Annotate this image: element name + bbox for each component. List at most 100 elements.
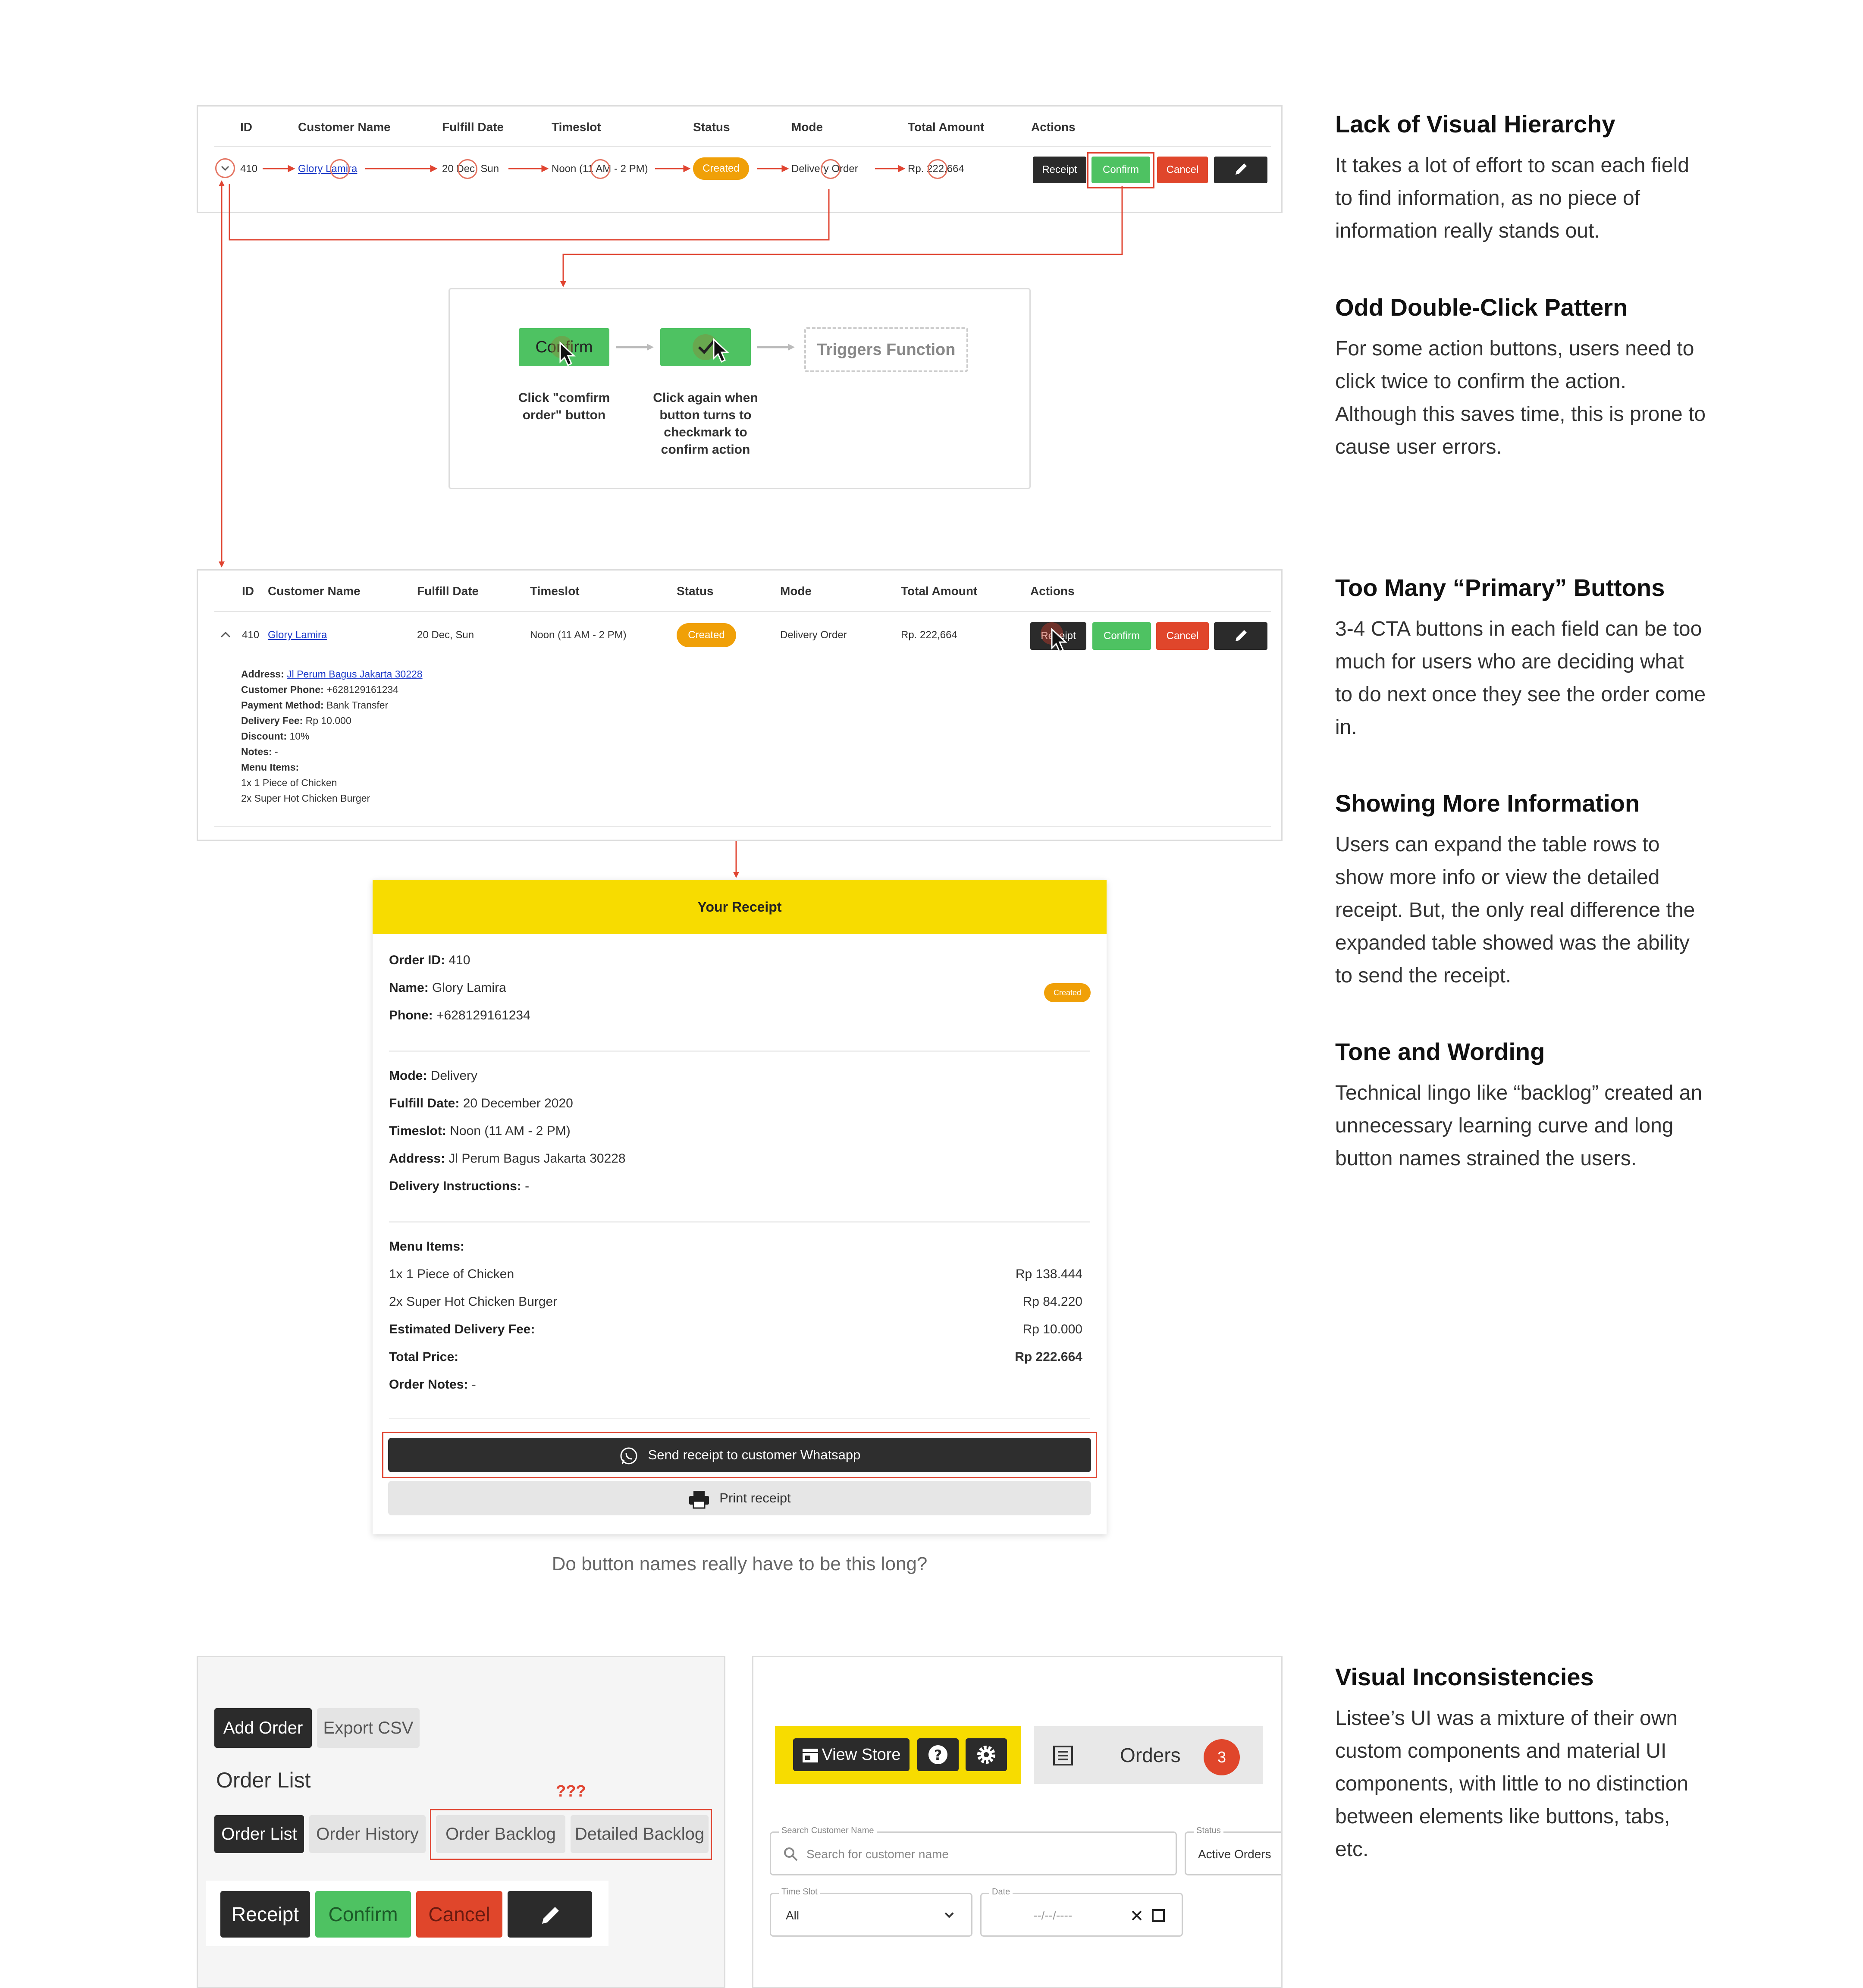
address-link[interactable]: Jl Perum Bagus Jakarta 30228 xyxy=(287,668,423,680)
field-label: Fulfill Date: xyxy=(389,1096,460,1110)
detail-value: +628129161234 xyxy=(326,684,399,695)
receipt-button[interactable]: Receipt xyxy=(220,1891,310,1938)
store-toolbar: View Store ? xyxy=(775,1726,1021,1784)
detail-label: Customer Phone: xyxy=(241,684,324,695)
menu-item: 1x 1 Piece of Chicken xyxy=(241,777,337,788)
focus-marker xyxy=(821,159,841,179)
export-csv-button[interactable]: Export CSV xyxy=(317,1708,420,1748)
confirm-button[interactable]: Confirm xyxy=(315,1891,411,1938)
cell-timeslot: Noon (11 AM - 2 PM) xyxy=(530,629,627,641)
view-store-button[interactable]: View Store xyxy=(793,1738,910,1771)
list-icon xyxy=(1053,1746,1073,1765)
field-label: Phone: xyxy=(389,1008,433,1022)
detail-label: Delivery Fee: xyxy=(241,715,303,726)
col-header-status: Status xyxy=(693,120,730,134)
col-header-mode: Mode xyxy=(791,120,823,134)
caption: Do button names really have to be this l… xyxy=(552,1553,928,1574)
cell-date: 20 Dec, Sun xyxy=(417,629,474,641)
menu-item-name: 2x Super Hot Chicken Burger xyxy=(389,1295,558,1309)
expand-chevron-icon[interactable] xyxy=(215,158,235,178)
notes-value: - xyxy=(471,1377,476,1392)
address-value: Jl Perum Bagus Jakarta 30228 xyxy=(448,1151,626,1166)
status-select[interactable]: Status Active Orders xyxy=(1185,1826,1281,1875)
col-header-status: Status xyxy=(677,584,714,598)
menu-item-price: Rp 84.220 xyxy=(1022,1295,1082,1309)
question-marks: ??? xyxy=(556,1782,586,1800)
legacy-ui-panel: Add Order Export CSV Order List ??? Orde… xyxy=(197,1656,725,1988)
customer-link[interactable]: Glory Lamira xyxy=(268,629,327,641)
fee-label: Estimated Delivery Fee: xyxy=(389,1322,535,1336)
col-header-actions: Actions xyxy=(1031,120,1076,134)
date-input[interactable]: Date --/--/---- xyxy=(980,1887,1183,1937)
status-value: Active Orders xyxy=(1198,1847,1271,1861)
field-label: Order ID: xyxy=(389,953,445,967)
edit-button[interactable] xyxy=(1214,622,1267,650)
search-input[interactable]: Search Customer Name Search for customer… xyxy=(770,1826,1177,1875)
cell-id: 410 xyxy=(242,629,260,641)
print-receipt-button[interactable]: Print receipt xyxy=(388,1481,1091,1515)
cancel-button[interactable]: Cancel xyxy=(1157,157,1208,183)
detail-label: Notes: xyxy=(241,746,272,757)
detail-label: Payment Method: xyxy=(241,699,324,711)
cell-id: 410 xyxy=(240,163,258,175)
order-list-title: Order List xyxy=(216,1768,311,1792)
receipt-title: Your Receipt xyxy=(373,880,1107,934)
customer-name: Glory Lamira xyxy=(432,981,506,995)
cancel-button[interactable]: Cancel xyxy=(1156,622,1209,650)
detail-value: - xyxy=(274,746,278,757)
date-placeholder: --/--/---- xyxy=(1033,1909,1073,1922)
section-divider xyxy=(389,1418,1090,1419)
send-whatsapp-button[interactable]: Send receipt to customer Whatsapp xyxy=(388,1438,1091,1472)
timeslot-value: All xyxy=(786,1909,800,1922)
date-label: Date xyxy=(989,1887,1013,1897)
fulfill-value: 20 December 2020 xyxy=(463,1096,573,1110)
menu-item-name: 1x 1 Piece of Chicken xyxy=(389,1267,514,1281)
help-button[interactable]: ? xyxy=(917,1738,959,1771)
search-label: Search Customer Name xyxy=(779,1826,877,1836)
order-table-collapsed: ID Customer Name Fulfill Date Timeslot S… xyxy=(197,105,1283,213)
tab-order-backlog[interactable]: Order Backlog xyxy=(436,1815,565,1853)
timeslot-value: Noon (11 AM - 2 PM) xyxy=(450,1124,571,1138)
edit-button[interactable] xyxy=(508,1891,592,1938)
col-header-total: Total Amount xyxy=(908,120,985,134)
receipt-button[interactable]: Receipt xyxy=(1033,157,1086,183)
checkbox-icon[interactable] xyxy=(1151,1909,1165,1922)
note-title: Showing More Information xyxy=(1335,790,1640,817)
col-header-actions: Actions xyxy=(1030,584,1075,598)
cursor-icon xyxy=(551,336,576,367)
close-icon[interactable] xyxy=(1131,1910,1143,1922)
focus-marker xyxy=(590,159,610,179)
orders-label: Orders xyxy=(1120,1744,1181,1766)
confirm-button[interactable]: Confirm xyxy=(1092,622,1151,650)
note-body: 3-4 CTA buttons in each field can be too… xyxy=(1335,618,1706,739)
whatsapp-button-label: Send receipt to customer Whatsapp xyxy=(648,1447,861,1462)
add-order-button[interactable]: Add Order xyxy=(214,1708,312,1748)
field-label: Address: xyxy=(389,1151,445,1166)
cancel-button[interactable]: Cancel xyxy=(416,1891,502,1938)
header-divider xyxy=(214,611,1271,612)
step-caption: Click again when button turns to checkma… xyxy=(653,391,758,457)
confirm-button[interactable]: Confirm xyxy=(1091,157,1150,183)
note-body: For some action buttons, users need to c… xyxy=(1335,337,1706,458)
settings-button[interactable] xyxy=(966,1738,1007,1771)
view-store-label: View Store xyxy=(822,1746,901,1764)
total-value: Rp 222.664 xyxy=(1015,1350,1082,1364)
col-header-id: ID xyxy=(240,120,252,134)
timeslot-select[interactable]: Time Slot All xyxy=(770,1887,972,1937)
tab-detailed-backlog[interactable]: Detailed Backlog xyxy=(571,1815,709,1853)
collapse-chevron-icon[interactable] xyxy=(220,630,232,639)
tab-order-history[interactable]: Order History xyxy=(309,1815,426,1853)
material-ui-panel: View Store ? Orders 3 Search Customer Na… xyxy=(752,1656,1283,1988)
header-divider xyxy=(214,146,1271,147)
timeslot-label: Time Slot xyxy=(779,1887,820,1897)
tab-order-list[interactable]: Order List xyxy=(214,1815,304,1853)
col-header-date: Fulfill Date xyxy=(442,120,504,134)
menu-item: 2x Super Hot Chicken Burger xyxy=(241,793,370,804)
svg-text:?: ? xyxy=(934,1747,942,1763)
orders-tab[interactable]: Orders 3 xyxy=(1034,1726,1263,1784)
col-header-date: Fulfill Date xyxy=(417,584,479,598)
note-title: Visual Inconsistencies xyxy=(1335,1663,1594,1690)
double-click-flow: Confirm Triggers Function Click "comfirm… xyxy=(448,288,1031,489)
edit-button[interactable] xyxy=(1214,157,1267,183)
note-body: It takes a lot of effort to scan each fi… xyxy=(1335,154,1689,242)
